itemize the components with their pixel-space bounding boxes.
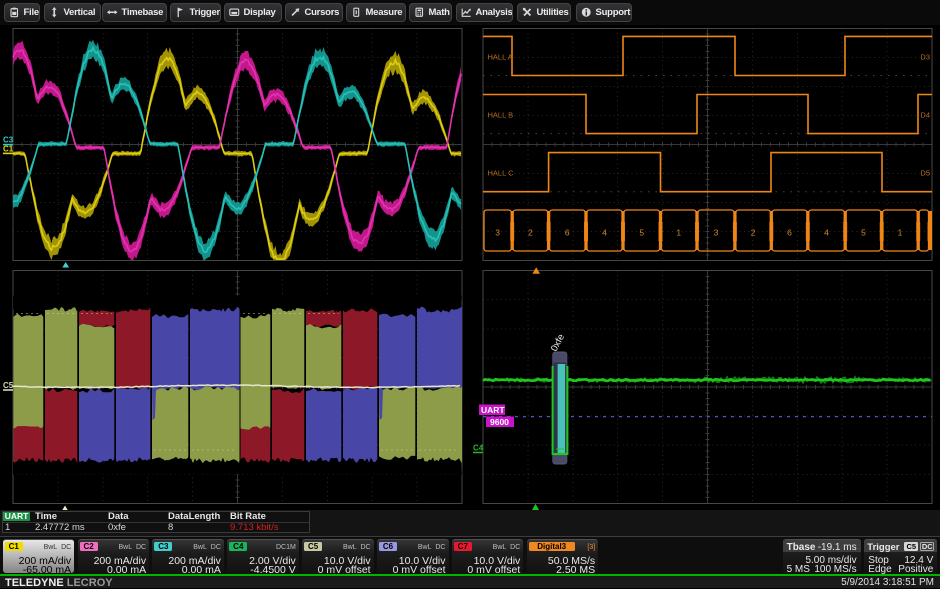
svg-text:5: 5 — [861, 228, 866, 238]
svg-text:D5: D5 — [920, 169, 930, 178]
svg-text:1: 1 — [898, 228, 903, 238]
svg-text:C5: C5 — [3, 381, 14, 390]
svg-text:9600: 9600 — [490, 417, 509, 427]
svg-text:2: 2 — [751, 228, 756, 238]
svg-text:D4: D4 — [920, 111, 930, 120]
svg-text:HALL B: HALL B — [488, 111, 514, 120]
svg-text:HALL A: HALL A — [488, 53, 513, 62]
svg-text:1: 1 — [676, 228, 681, 238]
svg-text:C4: C4 — [473, 444, 484, 453]
svg-text:6: 6 — [565, 228, 570, 238]
svg-text:C1: C1 — [3, 145, 14, 154]
svg-text:C3: C3 — [3, 136, 14, 145]
svg-text:5: 5 — [639, 228, 644, 238]
svg-text:D3: D3 — [920, 53, 930, 62]
svg-text:HALL C: HALL C — [488, 169, 515, 178]
svg-text:3: 3 — [495, 228, 500, 238]
svg-text:6: 6 — [787, 228, 792, 238]
svg-text:3: 3 — [714, 228, 719, 238]
svg-text:4: 4 — [602, 228, 607, 238]
svg-text:2: 2 — [528, 228, 533, 238]
svg-text:0xfe: 0xfe — [549, 332, 567, 353]
svg-text:UART: UART — [481, 405, 505, 415]
svg-text:4: 4 — [824, 228, 829, 238]
